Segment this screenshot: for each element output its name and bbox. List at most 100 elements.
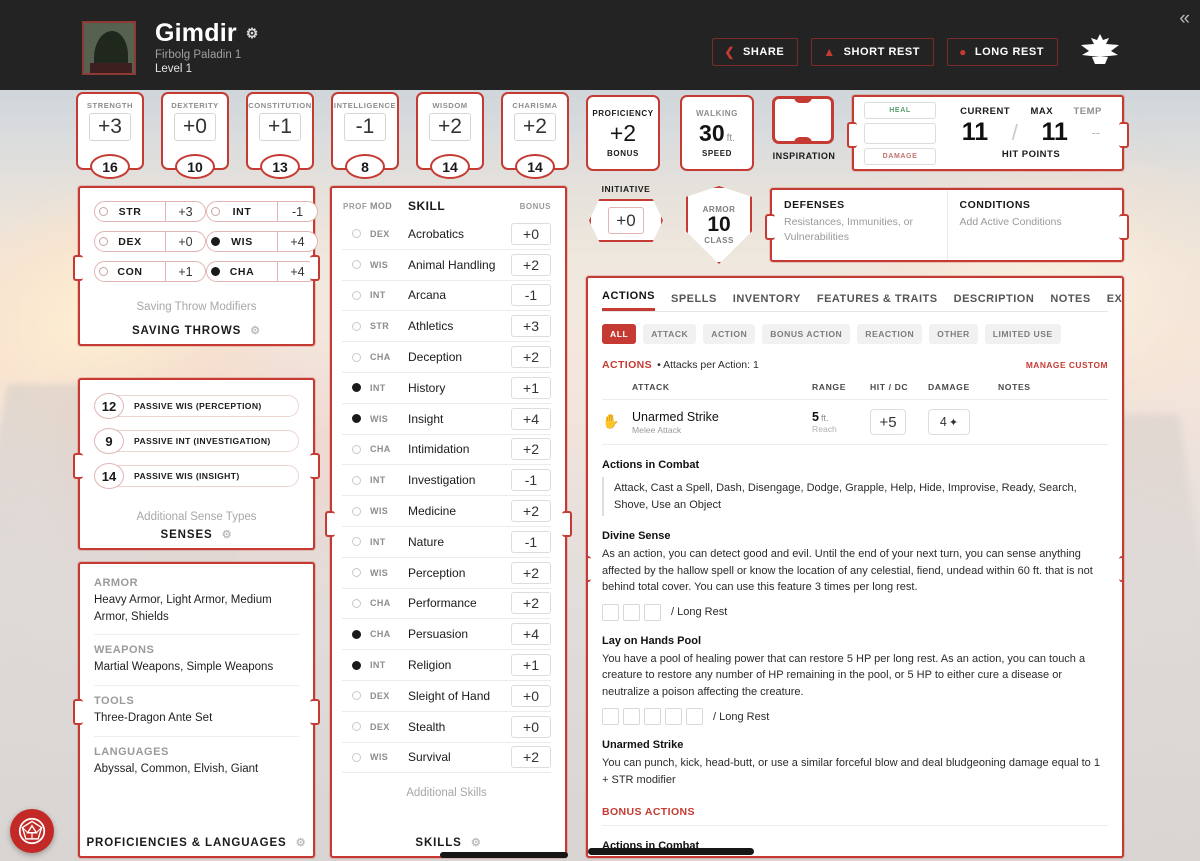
chevron-double-left-icon[interactable]: « <box>1179 8 1190 30</box>
skill-row-sleight-of-hand[interactable]: DEX Sleight of Hand +0 <box>342 681 551 712</box>
tab-features-traits[interactable]: FEATURES & TRAITS <box>817 293 938 311</box>
proficiency-dot[interactable] <box>211 267 220 276</box>
initiative-value[interactable]: +0 <box>608 207 644 234</box>
filter-reaction[interactable]: REACTION <box>857 324 923 344</box>
saving-throws-footer[interactable]: SAVING THROWS ⚙ <box>80 324 313 337</box>
proficiency-bonus-box[interactable]: PROFICIENCY +2 BONUS <box>586 95 660 171</box>
table-row[interactable]: ✋ Unarmed Strike Melee Attack 5 ft. Reac… <box>602 399 1108 445</box>
proficiency-dot[interactable] <box>99 237 108 246</box>
skill-row-athletics[interactable]: STR Athletics +3 <box>342 311 551 343</box>
skill-row-religion[interactable]: INT Religion +1 <box>342 650 551 681</box>
character-identity[interactable]: Gimdir ⚙ Firbolg Paladin 1 Level 1 <box>82 20 259 75</box>
tab-description[interactable]: DESCRIPTION <box>954 293 1035 311</box>
proficiency-dot[interactable] <box>351 722 361 732</box>
anvil-icon[interactable] <box>1078 33 1122 70</box>
skill-row-intimidation[interactable]: CHA Intimidation +2 <box>342 435 551 466</box>
proficiency-dot[interactable] <box>351 352 361 362</box>
proficiency-dot[interactable] <box>351 598 361 608</box>
saving-throw-dex[interactable]: DEX +0 <box>94 231 206 252</box>
conditions-section[interactable]: CONDITIONS Add Active Conditions <box>946 190 1123 260</box>
attack-damage-cell[interactable]: 4 ✦ <box>928 399 998 445</box>
filter-all[interactable]: ALL <box>602 324 637 344</box>
saving-throw-wis[interactable]: WIS +4 <box>206 231 318 252</box>
ability-dexterity[interactable]: DEXTERITY +0 10 <box>161 92 229 179</box>
tab-inventory[interactable]: INVENTORY <box>733 293 801 311</box>
short-rest-button[interactable]: ▲ SHORT REST <box>811 37 935 66</box>
heal-button[interactable]: HEAL <box>864 101 936 119</box>
sense-passive-investigation[interactable]: 9 PASSIVE INT (INVESTIGATION) <box>94 428 299 454</box>
skill-row-acrobatics[interactable]: DEX Acrobatics +0 <box>342 219 551 250</box>
ability-charisma[interactable]: CHARISMA +2 14 <box>501 92 569 179</box>
sense-passive-insight[interactable]: 14 PASSIVE WIS (INSIGHT) <box>94 463 299 489</box>
use-checkbox[interactable] <box>644 708 661 725</box>
attack-name-cell[interactable]: Unarmed Strike Melee Attack <box>632 399 812 445</box>
proficiency-dot[interactable] <box>351 475 361 485</box>
proficiency-dot[interactable] <box>351 414 361 424</box>
filter-attack[interactable]: ATTACK <box>643 324 697 344</box>
proficiency-dot[interactable] <box>351 444 361 454</box>
proficiency-dot[interactable] <box>351 691 361 701</box>
inspiration-toggle[interactable] <box>772 96 834 144</box>
filter-bonus-action[interactable]: BONUS ACTION <box>762 324 851 344</box>
proficiency-dot[interactable] <box>351 506 361 516</box>
saving-throw-str[interactable]: STR +3 <box>94 201 206 222</box>
sense-passive-perception[interactable]: 12 PASSIVE WIS (PERCEPTION) <box>94 393 299 419</box>
hp-temp-value[interactable]: -- <box>1092 125 1101 140</box>
skill-row-history[interactable]: INT History +1 <box>342 373 551 404</box>
use-checkbox[interactable] <box>686 708 703 725</box>
walking-speed-box[interactable]: WALKING 30 ft. SPEED <box>680 95 754 171</box>
skill-row-animal-handling[interactable]: WIS Animal Handling +2 <box>342 250 551 281</box>
use-checkbox[interactable] <box>665 708 682 725</box>
proficiency-dot[interactable] <box>351 383 361 393</box>
ability-score[interactable]: 8 <box>345 154 385 179</box>
proficiency-dot[interactable] <box>351 537 361 547</box>
gear-icon[interactable]: ⚙ <box>250 325 261 337</box>
scrollbar-thumb[interactable] <box>588 848 754 855</box>
ability-modifier[interactable]: +3 <box>89 113 131 141</box>
proficiency-dot[interactable] <box>99 207 108 216</box>
proficiency-dot[interactable] <box>351 290 361 300</box>
proficiency-dot[interactable] <box>211 207 220 216</box>
tab-spells[interactable]: SPELLS <box>671 293 717 311</box>
ability-modifier[interactable]: +2 <box>429 113 471 141</box>
use-checkbox[interactable] <box>602 708 619 725</box>
skill-row-deception[interactable]: CHA Deception +2 <box>342 342 551 373</box>
proficiency-dot[interactable] <box>211 237 220 246</box>
ability-modifier[interactable]: -1 <box>344 113 386 141</box>
gear-icon[interactable]: ⚙ <box>246 26 259 41</box>
filter-other[interactable]: OTHER <box>929 324 978 344</box>
skill-row-investigation[interactable]: INT Investigation -1 <box>342 465 551 497</box>
skill-row-stealth[interactable]: DEX Stealth +0 <box>342 712 551 743</box>
proficiency-dot[interactable] <box>351 629 361 639</box>
proficiency-dot[interactable] <box>351 260 361 270</box>
skill-row-insight[interactable]: WIS Insight +4 <box>342 404 551 435</box>
ability-score[interactable]: 14 <box>430 154 470 179</box>
hp-readout[interactable]: CURRENT MAX TEMP 11 / 11 -- HIT POINTS <box>950 106 1112 160</box>
skill-row-medicine[interactable]: WIS Medicine +2 <box>342 496 551 527</box>
armor-class-box[interactable]: ARMOR 10 CLASS <box>686 186 752 264</box>
hp-amount-input[interactable] <box>864 122 936 144</box>
proficiency-dot[interactable] <box>351 321 361 331</box>
ability-score[interactable]: 13 <box>260 154 300 179</box>
tab-actions[interactable]: ACTIONS <box>602 290 655 311</box>
skill-row-nature[interactable]: INT Nature -1 <box>342 527 551 558</box>
ability-strength[interactable]: STRENGTH +3 16 <box>76 92 144 179</box>
ability-score[interactable]: 14 <box>515 154 555 179</box>
ability-modifier[interactable]: +0 <box>174 113 216 141</box>
proficiency-dot[interactable] <box>99 267 108 276</box>
skill-row-arcana[interactable]: INT Arcana -1 <box>342 281 551 312</box>
attack-hit-cell[interactable]: +5 <box>870 399 928 445</box>
hp-current-value[interactable]: 11 <box>962 118 988 147</box>
skills-scrollbar[interactable] <box>440 852 568 858</box>
ability-modifier[interactable]: +1 <box>259 113 301 141</box>
filter-limited-use[interactable]: LIMITED USE <box>984 324 1061 344</box>
proficiency-dot[interactable] <box>351 229 361 239</box>
use-checkbox[interactable] <box>644 603 661 621</box>
proficiency-dot[interactable] <box>351 660 361 670</box>
ability-constitution[interactable]: CONSTITUTION +1 13 <box>246 92 314 179</box>
ability-modifier[interactable]: +2 <box>514 113 556 141</box>
hp-max-value[interactable]: 11 <box>1042 118 1068 147</box>
tab-notes[interactable]: NOTES <box>1050 293 1090 311</box>
gear-icon[interactable]: ⚙ <box>296 837 307 849</box>
skill-row-persuasion[interactable]: CHA Persuasion +4 <box>342 619 551 651</box>
